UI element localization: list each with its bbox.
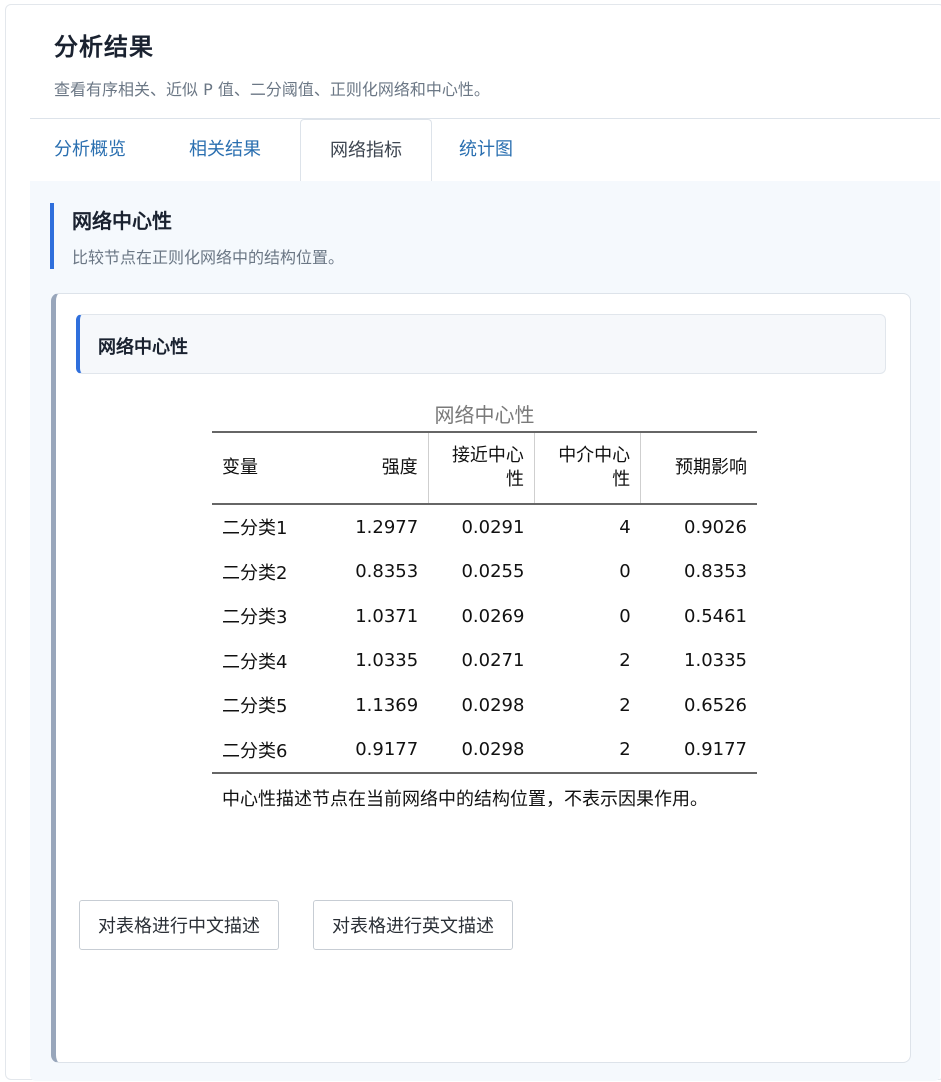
section-title: 网络中心性 xyxy=(72,209,172,233)
table-header-row: 变量 强度 接近中心性 中介中心性 预期影响 xyxy=(212,432,757,504)
tab-network-metrics[interactable]: 网络指标 xyxy=(300,119,432,182)
results-container: 分析结果 查看有序相关、近似 P 值、二分阈值、正则化网络和中心性。 分析概览 … xyxy=(5,4,941,1081)
table-row: 二分类3 1.0371 0.0269 0 0.5461 xyxy=(212,594,757,639)
tab-bar: 分析概览 相关结果 网络指标 统计图 xyxy=(30,118,940,182)
cell-closeness: 0.0269 xyxy=(461,605,525,627)
cell-expected-influence: 0.5461 xyxy=(684,605,747,627)
column-header-variable: 变量 xyxy=(222,457,258,478)
cell-variable: 二分类6 xyxy=(222,740,288,762)
tab-correlation-results[interactable]: 相关结果 xyxy=(189,119,261,181)
cell-variable: 二分类4 xyxy=(222,651,288,673)
table-row: 二分类4 1.0335 0.0271 2 1.0335 xyxy=(212,639,757,684)
cell-betweenness: 2 xyxy=(619,739,631,761)
page-title: 分析结果 xyxy=(54,33,154,61)
column-header-expected-influence: 预期影响 xyxy=(640,432,757,504)
table-note: 中心性描述节点在当前网络中的结构位置，不表示因果作用。 xyxy=(222,789,708,810)
cell-variable: 二分类1 xyxy=(222,518,288,540)
table-caption: 网络中心性 xyxy=(434,403,535,427)
cell-strength: 1.2977 xyxy=(355,516,419,538)
cell-expected-influence: 0.6526 xyxy=(684,694,747,716)
cell-variable: 二分类2 xyxy=(222,562,288,584)
table-row: 二分类1 1.2977 0.0291 4 0.9026 xyxy=(212,504,757,550)
cell-variable: 二分类5 xyxy=(222,696,288,718)
cell-strength: 1.0371 xyxy=(355,605,419,627)
column-header-strength: 强度 xyxy=(381,457,418,478)
describe-chinese-button[interactable]: 对表格进行中文描述 xyxy=(79,900,279,950)
cell-closeness: 0.0271 xyxy=(461,650,525,672)
cell-strength: 1.1369 xyxy=(355,694,419,716)
cell-strength: 1.0335 xyxy=(355,650,419,672)
centrality-table: 变量 强度 接近中心性 中介中心性 预期影响 二分类1 1.2977 0.029… xyxy=(212,431,757,774)
page-subtitle: 查看有序相关、近似 P 值、二分阈值、正则化网络和中心性。 xyxy=(54,80,490,99)
cell-closeness: 0.0298 xyxy=(461,739,525,761)
column-header-closeness: 接近中心性 xyxy=(427,432,535,504)
section-header: 网络中心性 比较节点在正则化网络中的结构位置。 xyxy=(50,203,344,269)
page-header: 分析结果 查看有序相关、近似 P 值、二分阈值、正则化网络和中心性。 xyxy=(54,27,490,100)
tab-overview[interactable]: 分析概览 xyxy=(54,119,126,181)
cell-betweenness: 0 xyxy=(619,561,631,583)
table-row: 二分类5 1.1369 0.0298 2 0.6526 xyxy=(212,683,757,728)
cell-expected-influence: 0.9177 xyxy=(684,739,747,761)
section-description: 比较节点在正则化网络中的结构位置。 xyxy=(72,248,345,267)
tab-panel-network-metrics: 网络中心性 比较节点在正则化网络中的结构位置。 网络中心性 网络中心性 变量 强… xyxy=(30,181,940,1081)
centrality-card: 网络中心性 网络中心性 变量 强度 接近中心性 中介中心性 预期影响 二分类1 xyxy=(51,293,911,1063)
cell-expected-influence: 0.9026 xyxy=(684,516,747,538)
table-row: 二分类2 0.8353 0.0255 0 0.8353 xyxy=(212,550,757,595)
column-header-betweenness: 中介中心性 xyxy=(533,432,641,504)
cell-expected-influence: 1.0335 xyxy=(684,650,747,672)
cell-strength: 0.8353 xyxy=(355,561,419,583)
card-header: 网络中心性 xyxy=(76,314,886,374)
cell-variable: 二分类3 xyxy=(222,607,288,629)
card-title: 网络中心性 xyxy=(98,337,188,358)
table-row: 二分类6 0.9177 0.0298 2 0.9177 xyxy=(212,728,757,773)
cell-closeness: 0.0298 xyxy=(461,694,525,716)
tab-statistical-plots[interactable]: 统计图 xyxy=(459,119,513,181)
describe-english-button[interactable]: 对表格进行英文描述 xyxy=(313,900,513,950)
cell-betweenness: 0 xyxy=(619,605,631,627)
cell-betweenness: 2 xyxy=(619,650,631,672)
cell-betweenness: 4 xyxy=(619,516,631,538)
cell-expected-influence: 0.8353 xyxy=(684,561,747,583)
cell-closeness: 0.0291 xyxy=(461,516,525,538)
cell-closeness: 0.0255 xyxy=(461,561,525,583)
cell-strength: 0.9177 xyxy=(355,739,419,761)
cell-betweenness: 2 xyxy=(619,694,631,716)
